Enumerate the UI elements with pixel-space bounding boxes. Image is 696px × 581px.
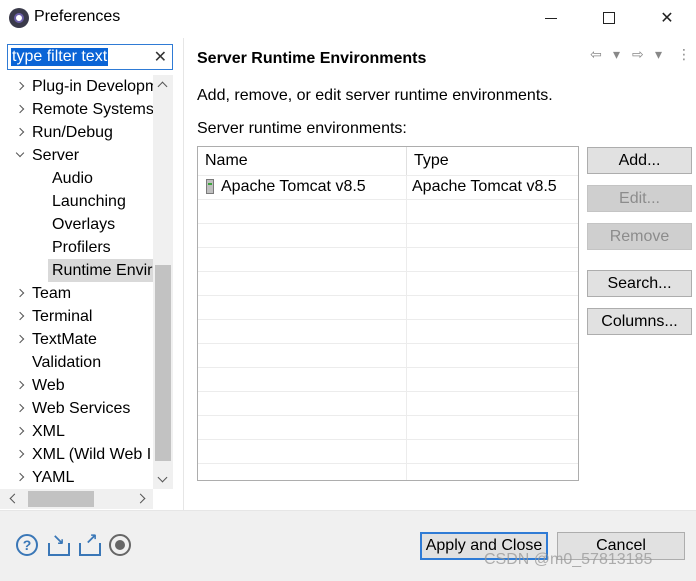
runtime-environments-table[interactable]: Name Type Apache Tomcat v8.5 Apache Tomca… <box>197 146 579 481</box>
import-icon[interactable] <box>47 531 70 556</box>
tree-item[interactable]: Runtime Envir <box>0 259 153 282</box>
tree-item[interactable]: Terminal <box>0 305 153 328</box>
scroll-down-arrow-icon[interactable] <box>157 472 168 483</box>
tree-item-label: Remote Systems <box>32 101 153 118</box>
tree-item[interactable]: Web <box>0 374 153 397</box>
table-cell-type[interactable]: Apache Tomcat v8.5 <box>412 175 557 199</box>
row-gridline <box>198 271 578 272</box>
tree-item-label: Profilers <box>52 239 111 256</box>
scroll-up-arrow-icon[interactable] <box>157 81 168 92</box>
runtime-list-label: Server runtime environments: <box>197 120 407 137</box>
back-menu-chevron-icon[interactable]: ▾ <box>613 46 620 63</box>
tree-item-label: XML <box>32 423 65 440</box>
tree-item[interactable]: Profilers <box>0 236 153 259</box>
tree-item-label: Team <box>32 285 72 302</box>
row-gridline <box>198 247 578 248</box>
close-button[interactable]: ✕ <box>638 0 696 36</box>
export-icon[interactable] <box>78 530 101 556</box>
tree-item-label: Audio <box>52 170 93 187</box>
tree-item[interactable]: YAML <box>0 466 153 489</box>
tree-item-label: Validation <box>32 354 102 371</box>
tree-item-label: Run/Debug <box>32 124 113 141</box>
tree-item-label: YAML <box>32 469 75 486</box>
clear-filter-icon[interactable]: ✕ <box>154 47 167 67</box>
tree-item[interactable]: XML (Wild Web I <box>0 443 153 466</box>
tree-item[interactable]: XML <box>0 420 153 443</box>
tree-item[interactable]: Plug-in Developm <box>0 75 153 98</box>
tree-item-label: Web Services <box>32 400 131 417</box>
page-description: Add, remove, or edit server runtime envi… <box>197 87 553 104</box>
page-title: Server Runtime Environments <box>197 50 427 67</box>
tree-item[interactable]: Remote Systems <box>0 98 153 121</box>
search-button[interactable]: Search... <box>587 270 692 297</box>
forward-menu-chevron-icon[interactable]: ▾ <box>655 46 662 63</box>
row-gridline <box>198 367 578 368</box>
help-icon[interactable]: ? <box>16 534 38 556</box>
columns-button[interactable]: Columns... <box>587 308 692 335</box>
row-gridline <box>198 223 578 224</box>
row-gridline <box>198 391 578 392</box>
close-icon: ✕ <box>660 10 674 27</box>
tree-item-label: Overlays <box>52 216 116 233</box>
scroll-thumb-horizontal[interactable] <box>28 491 94 507</box>
watermark: CSDN @m0_57813185 <box>484 551 653 568</box>
window-title: Preferences <box>34 8 121 25</box>
minimize-icon <box>545 17 557 19</box>
preferences-tree: Plug-in Developm Remote Systems Run/Debug S… <box>0 75 153 489</box>
scroll-thumb[interactable] <box>155 265 171 461</box>
tree-item-label: Launching <box>52 193 126 210</box>
filter-input[interactable]: type filter text ✕ <box>7 44 173 70</box>
tree-item[interactable]: Audio <box>0 167 153 190</box>
tree-item[interactable]: Launching <box>0 190 153 213</box>
more-options-icon[interactable]: ⋮ <box>677 46 691 63</box>
tree-item-label: Plug-in Developm <box>32 78 153 95</box>
filter-input-text: type filter text <box>11 48 109 66</box>
table-cell-name[interactable]: Apache Tomcat v8.5 <box>221 175 366 199</box>
column-header-type[interactable]: Type <box>406 147 578 175</box>
row-gridline <box>198 199 578 200</box>
tree-item[interactable]: Server <box>0 144 153 167</box>
minimize-button[interactable] <box>522 0 580 36</box>
tree-item[interactable]: Validation <box>0 351 153 374</box>
column-divider <box>406 175 407 480</box>
tree-vertical-scrollbar[interactable] <box>153 75 173 489</box>
oomph-record-icon[interactable] <box>109 534 131 556</box>
server-icon <box>206 179 214 194</box>
row-gridline <box>198 295 578 296</box>
tree-item[interactable]: TextMate <box>0 328 153 351</box>
tree-item-label: XML (Wild Web I <box>32 446 152 463</box>
forward-arrow-icon[interactable]: ⇨ <box>632 46 644 63</box>
tree-item-label: Web <box>32 377 65 394</box>
column-header-name[interactable]: Name <box>198 147 406 175</box>
row-gridline <box>198 319 578 320</box>
tree-item-label: Server <box>32 147 80 164</box>
scroll-left-arrow-icon[interactable] <box>9 493 20 504</box>
back-arrow-icon[interactable]: ⇦ <box>590 46 602 63</box>
maximize-icon <box>603 12 615 24</box>
tree-item[interactable]: Run/Debug <box>0 121 153 144</box>
row-gridline <box>198 415 578 416</box>
scroll-right-arrow-icon[interactable] <box>135 493 146 504</box>
row-gridline <box>198 463 578 464</box>
title-bar: Preferences ✕ <box>0 0 696 36</box>
remove-button[interactable]: Remove <box>587 223 692 250</box>
panel-divider <box>183 38 184 510</box>
tree-item-label: Terminal <box>32 308 93 325</box>
tree-horizontal-scrollbar[interactable] <box>0 489 153 509</box>
row-gridline <box>198 343 578 344</box>
tree-item[interactable]: Team <box>0 282 153 305</box>
add-button[interactable]: Add... <box>587 147 692 174</box>
tree-item[interactable]: Overlays <box>0 213 153 236</box>
tree-item[interactable]: Web Services <box>0 397 153 420</box>
tree-item-label: TextMate <box>32 331 97 348</box>
tree-item-label: Runtime Envir <box>48 259 153 282</box>
row-gridline <box>198 439 578 440</box>
edit-button[interactable]: Edit... <box>587 185 692 212</box>
eclipse-app-icon <box>9 8 29 28</box>
maximize-button[interactable] <box>580 0 638 36</box>
